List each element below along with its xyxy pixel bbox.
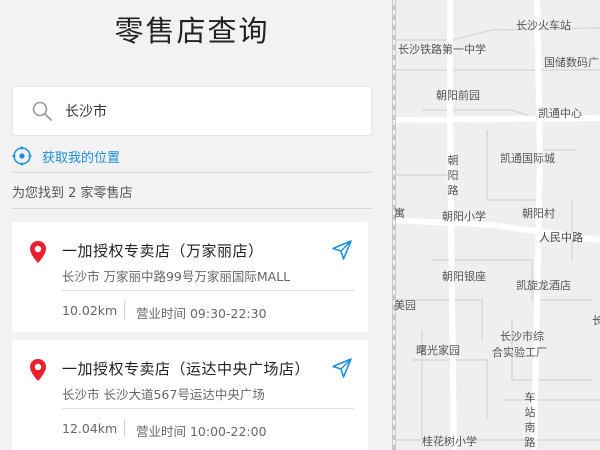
locate-icon [12,146,32,166]
navigate-icon[interactable] [330,238,354,262]
store-name: 一加授权专卖店（运达中央广场店） [62,360,311,378]
divider [62,408,354,409]
store-distance: 10.02km [62,303,118,318]
divider [62,290,354,291]
map-label: 凯通国际城 [500,152,555,165]
map-label: 朝阳路 [447,154,459,197]
map-label: 凯通中心 [538,107,582,120]
store-search-panel: 零售店查询 长沙市 获取我的位置 为您找到 2 家零售店 一加授权专卖店（万家丽… [0,0,392,450]
map-label: 车站南路 [524,391,536,449]
map-label: 人民中路 [539,231,583,244]
map-label: 凯旋龙酒店 [516,279,571,292]
get-my-location-label: 获取我的位置 [42,150,121,166]
map-label: 长 [592,314,600,327]
map-label: 朝阳小学 [442,210,486,223]
map-label: 长沙铁路第一中学 [398,43,486,56]
map-label: 朝阳银座 [442,270,486,283]
search-icon [32,101,52,121]
map-label: 长沙市综 [500,330,544,343]
separator [124,301,125,319]
page-title: 零售店查询 [114,14,270,48]
store-name: 一加授权专卖店（万家丽店） [62,242,264,260]
store-address: 长沙市 长沙大道567号运达中央广场 [62,387,265,402]
store-distance: 12.04km [62,421,118,436]
store-card[interactable]: 一加授权专卖店（运达中央广场店） 长沙市 长沙大道567号运达中央广场 12.0… [12,340,368,450]
store-address: 长沙市 万家丽中路99号万家丽国际MALL [62,269,291,284]
search-value: 长沙市 [65,104,107,120]
store-hours: 营业时间 10:00-22:00 [136,424,267,439]
get-my-location-button[interactable]: 获取我的位置 [12,146,120,166]
map-label: 美园 [394,299,416,312]
location-pin-icon [30,241,46,263]
divider [12,208,372,209]
map-label: 朝阳前园 [436,89,480,102]
separator [124,419,125,437]
location-pin-icon [30,359,46,381]
navigate-icon[interactable] [330,356,354,380]
map-label: 寓 [394,207,405,220]
store-hours: 营业时间 09:30-22:30 [136,306,267,321]
divider [12,172,372,173]
map-label: 国储数码广 [544,56,599,69]
map-label: 合实验工厂 [492,346,547,359]
result-count: 为您找到 2 家零售店 [12,186,133,201]
map-label: 曙光家园 [416,344,460,357]
map-view[interactable]: 长沙火车站 长沙铁路第一中学 国储数码广 朝阳前园 凯通中心 朝阳路 凯通国际城… [392,0,600,450]
map-label: 桂花树小学 [422,435,477,448]
store-card[interactable]: 一加授权专卖店（万家丽店） 长沙市 万家丽中路99号万家丽国际MALL 10.0… [12,222,368,332]
search-input[interactable]: 长沙市 [12,86,372,136]
map-label: 朝阳村 [522,207,555,220]
map-label: 长沙火车站 [516,19,571,32]
